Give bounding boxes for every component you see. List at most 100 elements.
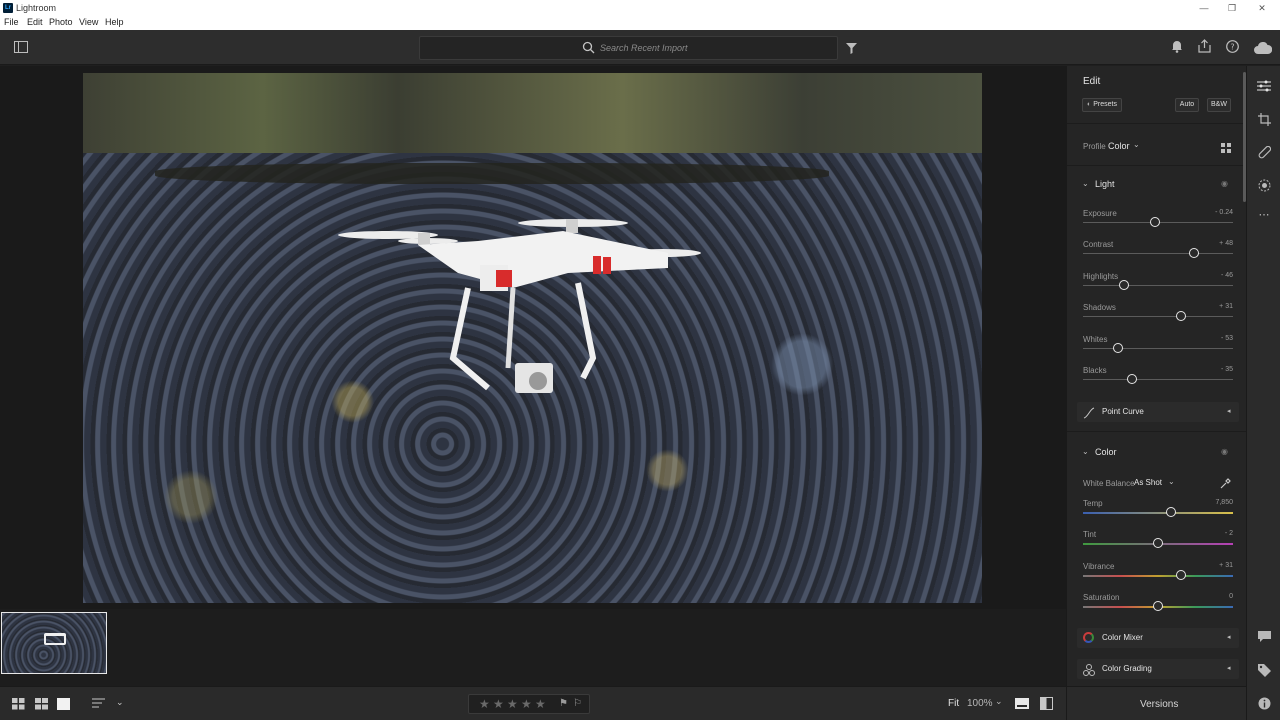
presets-button[interactable]: ◐ Presets xyxy=(1082,98,1122,112)
slider-value-contrast[interactable]: + 48 xyxy=(1193,240,1233,247)
square-grid-icon[interactable] xyxy=(12,698,25,713)
color-grading-row[interactable]: Color Grading ◂ xyxy=(1077,659,1239,679)
healing-bandage-icon[interactable] xyxy=(1257,145,1271,160)
light-section-title[interactable]: Light xyxy=(1095,179,1115,189)
slider-thumb-tint[interactable] xyxy=(1153,538,1163,549)
slider-track-shadows[interactable] xyxy=(1083,316,1233,318)
star-4-icon[interactable]: ★ xyxy=(521,697,532,711)
flag-pick-icon[interactable]: ⚑ xyxy=(559,698,568,709)
star-5-icon[interactable]: ★ xyxy=(535,697,546,711)
more-options-icon[interactable]: ⋯ xyxy=(1257,208,1271,222)
color-mixer-row[interactable]: Color Mixer ◂ xyxy=(1077,628,1239,648)
tag-icon[interactable] xyxy=(1257,664,1271,678)
photo-grid-icon[interactable] xyxy=(35,698,48,713)
slider-value-highlights[interactable]: - 46 xyxy=(1193,272,1233,279)
info-icon[interactable] xyxy=(1257,697,1271,711)
light-visibility-eye-icon[interactable]: ◉ xyxy=(1221,179,1228,188)
color-grading-label: Color Grading xyxy=(1102,664,1152,673)
menu-photo[interactable]: Photo xyxy=(49,17,73,27)
slider-value-tint[interactable]: - 2 xyxy=(1193,530,1233,537)
slider-value-exposure[interactable]: - 0.24 xyxy=(1193,209,1233,216)
flag-reject-icon[interactable]: ⚐ xyxy=(573,698,582,709)
minimize-button[interactable]: — xyxy=(1196,2,1212,14)
color-section-title[interactable]: Color xyxy=(1095,447,1117,457)
slider-track-whites[interactable] xyxy=(1083,347,1233,349)
slider-value-saturation[interactable]: 0 xyxy=(1193,593,1233,600)
sort-icon[interactable] xyxy=(92,698,105,712)
slider-thumb-blacks[interactable] xyxy=(1126,374,1137,384)
slider-thumb-exposure[interactable] xyxy=(1150,217,1160,227)
help-icon[interactable]: ? xyxy=(1226,40,1242,56)
slider-track-blacks[interactable] xyxy=(1083,379,1233,380)
profile-dropdown[interactable]: Color xyxy=(1108,141,1130,151)
panel-toggle-icon[interactable] xyxy=(14,40,30,56)
bw-button[interactable]: B&W xyxy=(1207,98,1231,112)
slider-thumb-saturation[interactable] xyxy=(1153,601,1163,612)
slider-value-whites[interactable]: - 53 xyxy=(1193,335,1233,342)
slider-label-saturation: Saturation xyxy=(1083,593,1120,603)
filmstrip-thumbnail[interactable] xyxy=(1,612,107,674)
slider-thumb-whites[interactable] xyxy=(1113,342,1124,353)
slider-value-temp[interactable]: 7,850 xyxy=(1193,499,1233,506)
svg-text:?: ? xyxy=(1230,43,1234,52)
slider-track-temp[interactable] xyxy=(1083,512,1233,514)
white-balance-dropdown[interactable]: As Shot xyxy=(1134,478,1162,487)
star-2-icon[interactable]: ★ xyxy=(493,697,504,711)
slider-value-blacks[interactable]: - 35 xyxy=(1193,366,1233,373)
detail-view-icon[interactable] xyxy=(57,698,70,713)
bottom-toolbar: ⌄ ★ ★ ★ ★ ★ ⚑ ⚐ Fit 100% ⌄ xyxy=(0,686,1066,720)
slider-label-exposure: Exposure xyxy=(1083,209,1117,218)
edit-sliders-icon[interactable] xyxy=(1257,80,1271,94)
menu-file[interactable]: File xyxy=(4,17,19,27)
search-input[interactable] xyxy=(600,41,800,55)
slider-thumb-highlights[interactable] xyxy=(1118,279,1129,290)
white-balance-chevron-down-icon[interactable]: ⌄ xyxy=(1168,477,1175,486)
slider-track-contrast[interactable] xyxy=(1083,253,1233,255)
auto-button[interactable]: Auto xyxy=(1175,98,1199,112)
profile-label: Profile xyxy=(1083,142,1106,151)
crop-icon[interactable] xyxy=(1257,113,1271,127)
versions-bar[interactable]: Versions xyxy=(1066,686,1246,720)
slider-thumb-contrast[interactable] xyxy=(1189,248,1199,259)
menu-edit[interactable]: Edit xyxy=(27,17,43,27)
masking-icon[interactable] xyxy=(1257,179,1271,193)
slider-value-vibrance[interactable]: + 31 xyxy=(1193,562,1233,569)
filter-icon[interactable] xyxy=(846,41,862,57)
zoom-level[interactable]: 100% xyxy=(967,698,993,709)
point-curve-row[interactable]: Point Curve ◂ xyxy=(1077,402,1239,422)
slider-thumb-vibrance[interactable] xyxy=(1176,569,1187,580)
menu-help[interactable]: Help xyxy=(105,17,124,27)
main-photo[interactable] xyxy=(83,73,982,603)
menu-view[interactable]: View xyxy=(79,17,98,27)
edit-panel: Edit ◐ Presets Auto B&W Profile Color ⌄ … xyxy=(1066,66,1247,686)
close-button[interactable]: ✕ xyxy=(1254,2,1270,14)
sort-chevron-down-icon[interactable]: ⌄ xyxy=(116,697,124,708)
search-box[interactable] xyxy=(419,36,838,60)
zoom-chevron-down-icon[interactable]: ⌄ xyxy=(995,696,1003,707)
maximize-button[interactable]: ❐ xyxy=(1224,2,1240,14)
color-mixer-icon xyxy=(1083,632,1094,643)
slider-track-highlights[interactable] xyxy=(1083,284,1233,286)
star-3-icon[interactable]: ★ xyxy=(507,697,518,711)
compare-icon[interactable] xyxy=(1040,697,1053,713)
color-visibility-eye-icon[interactable]: ◉ xyxy=(1221,447,1228,456)
bell-icon[interactable] xyxy=(1171,40,1187,56)
slider-label-highlights: Highlights xyxy=(1083,271,1119,281)
star-rating[interactable]: ★ ★ ★ ★ ★ ⚑ ⚐ xyxy=(468,694,590,714)
comment-icon[interactable] xyxy=(1257,631,1271,645)
light-collapse-chevron-icon[interactable]: ⌄ xyxy=(1082,179,1089,188)
slider-thumb-shadows[interactable] xyxy=(1176,311,1187,322)
photo-seaweed xyxy=(154,163,830,185)
slider-value-shadows[interactable]: + 31 xyxy=(1193,303,1233,310)
slider-thumb-temp[interactable] xyxy=(1165,507,1176,517)
profile-browser-icon[interactable] xyxy=(1221,140,1231,158)
fit-button[interactable]: Fit xyxy=(948,698,959,709)
info-overlay-icon[interactable] xyxy=(1015,698,1029,712)
eyedropper-icon[interactable] xyxy=(1220,476,1231,494)
star-1-icon[interactable]: ★ xyxy=(479,697,490,711)
cloud-icon[interactable] xyxy=(1254,41,1274,57)
share-icon[interactable] xyxy=(1198,39,1214,55)
profile-chevron-down-icon[interactable]: ⌄ xyxy=(1133,140,1140,149)
color-collapse-chevron-icon[interactable]: ⌄ xyxy=(1082,447,1089,456)
slider-track-vibrance[interactable] xyxy=(1083,574,1233,577)
